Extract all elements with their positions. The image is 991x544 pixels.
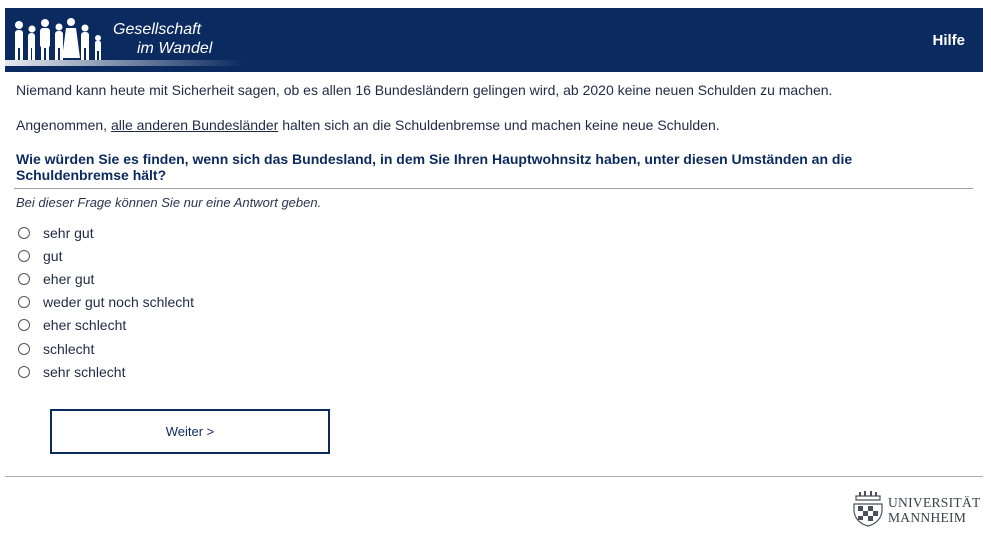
logo-line2: im Wandel <box>137 40 213 57</box>
option-label: sehr gut <box>43 224 94 241</box>
intro2-before: Angenommen, <box>16 117 111 133</box>
intro-text: Niemand kann heute mit Sicherheit sagen,… <box>16 82 833 98</box>
logo-wordmark: Gesellschaft im Wandel <box>113 20 212 58</box>
option-label: weder gut noch schlecht <box>43 294 194 311</box>
option-eher-gut[interactable]: eher gut <box>18 267 194 290</box>
option-sehr-gut[interactable]: sehr gut <box>18 221 194 244</box>
next-button[interactable]: Weiter > <box>50 409 330 454</box>
radio-button[interactable] <box>18 272 30 285</box>
divider <box>14 188 973 189</box>
option-label: sehr schlecht <box>43 363 126 380</box>
radio-button[interactable] <box>18 319 30 332</box>
radio-button[interactable] <box>18 296 30 309</box>
university-line1: UNIVERSITÄT <box>888 495 981 510</box>
radio-button[interactable] <box>18 249 30 262</box>
footer-divider <box>5 476 983 477</box>
question-text: Wie würden Sie es finden, wenn sich das … <box>16 151 853 183</box>
university-mannheim-logo: UNIVERSITÄT MANNHEIM <box>850 490 986 530</box>
option-label: schlecht <box>43 340 95 357</box>
other-states-link[interactable]: alle anderen Bundesländer <box>111 117 278 133</box>
option-sehr-schlecht[interactable]: sehr schlecht <box>18 360 194 383</box>
university-seal-icon <box>853 491 883 527</box>
header-bar: Gesellschaft im Wandel Hilfe <box>5 8 983 72</box>
help-link[interactable]: Hilfe <box>932 32 965 49</box>
option-label: gut <box>43 247 63 264</box>
radio-button[interactable] <box>18 365 30 378</box>
answer-options: sehr gut gut eher gut weder gut noch sch… <box>18 221 194 383</box>
option-weder-gut-noch-schlecht[interactable]: weder gut noch schlecht <box>18 291 194 314</box>
intro-text-2: Angenommen, alle anderen Bundesländer ha… <box>16 117 720 133</box>
option-gut[interactable]: gut <box>18 244 194 267</box>
option-eher-schlecht[interactable]: eher schlecht <box>18 314 194 337</box>
radio-button[interactable] <box>18 226 30 239</box>
gesellschaft-im-wandel-logo: Gesellschaft im Wandel <box>5 8 245 72</box>
radio-button[interactable] <box>18 342 30 355</box>
university-line2: MANNHEIM <box>888 510 967 525</box>
option-label: eher schlecht <box>43 317 127 334</box>
answer-instruction: Bei dieser Frage können Sie nur eine Ant… <box>16 195 322 210</box>
university-wordmark: UNIVERSITÄT MANNHEIM <box>888 495 981 525</box>
option-label: eher gut <box>43 270 95 287</box>
option-schlecht[interactable]: schlecht <box>18 337 194 360</box>
logo-line1: Gesellschaft <box>113 21 202 38</box>
intro2-after: halten sich an die Schuldenbremse und ma… <box>278 117 720 133</box>
